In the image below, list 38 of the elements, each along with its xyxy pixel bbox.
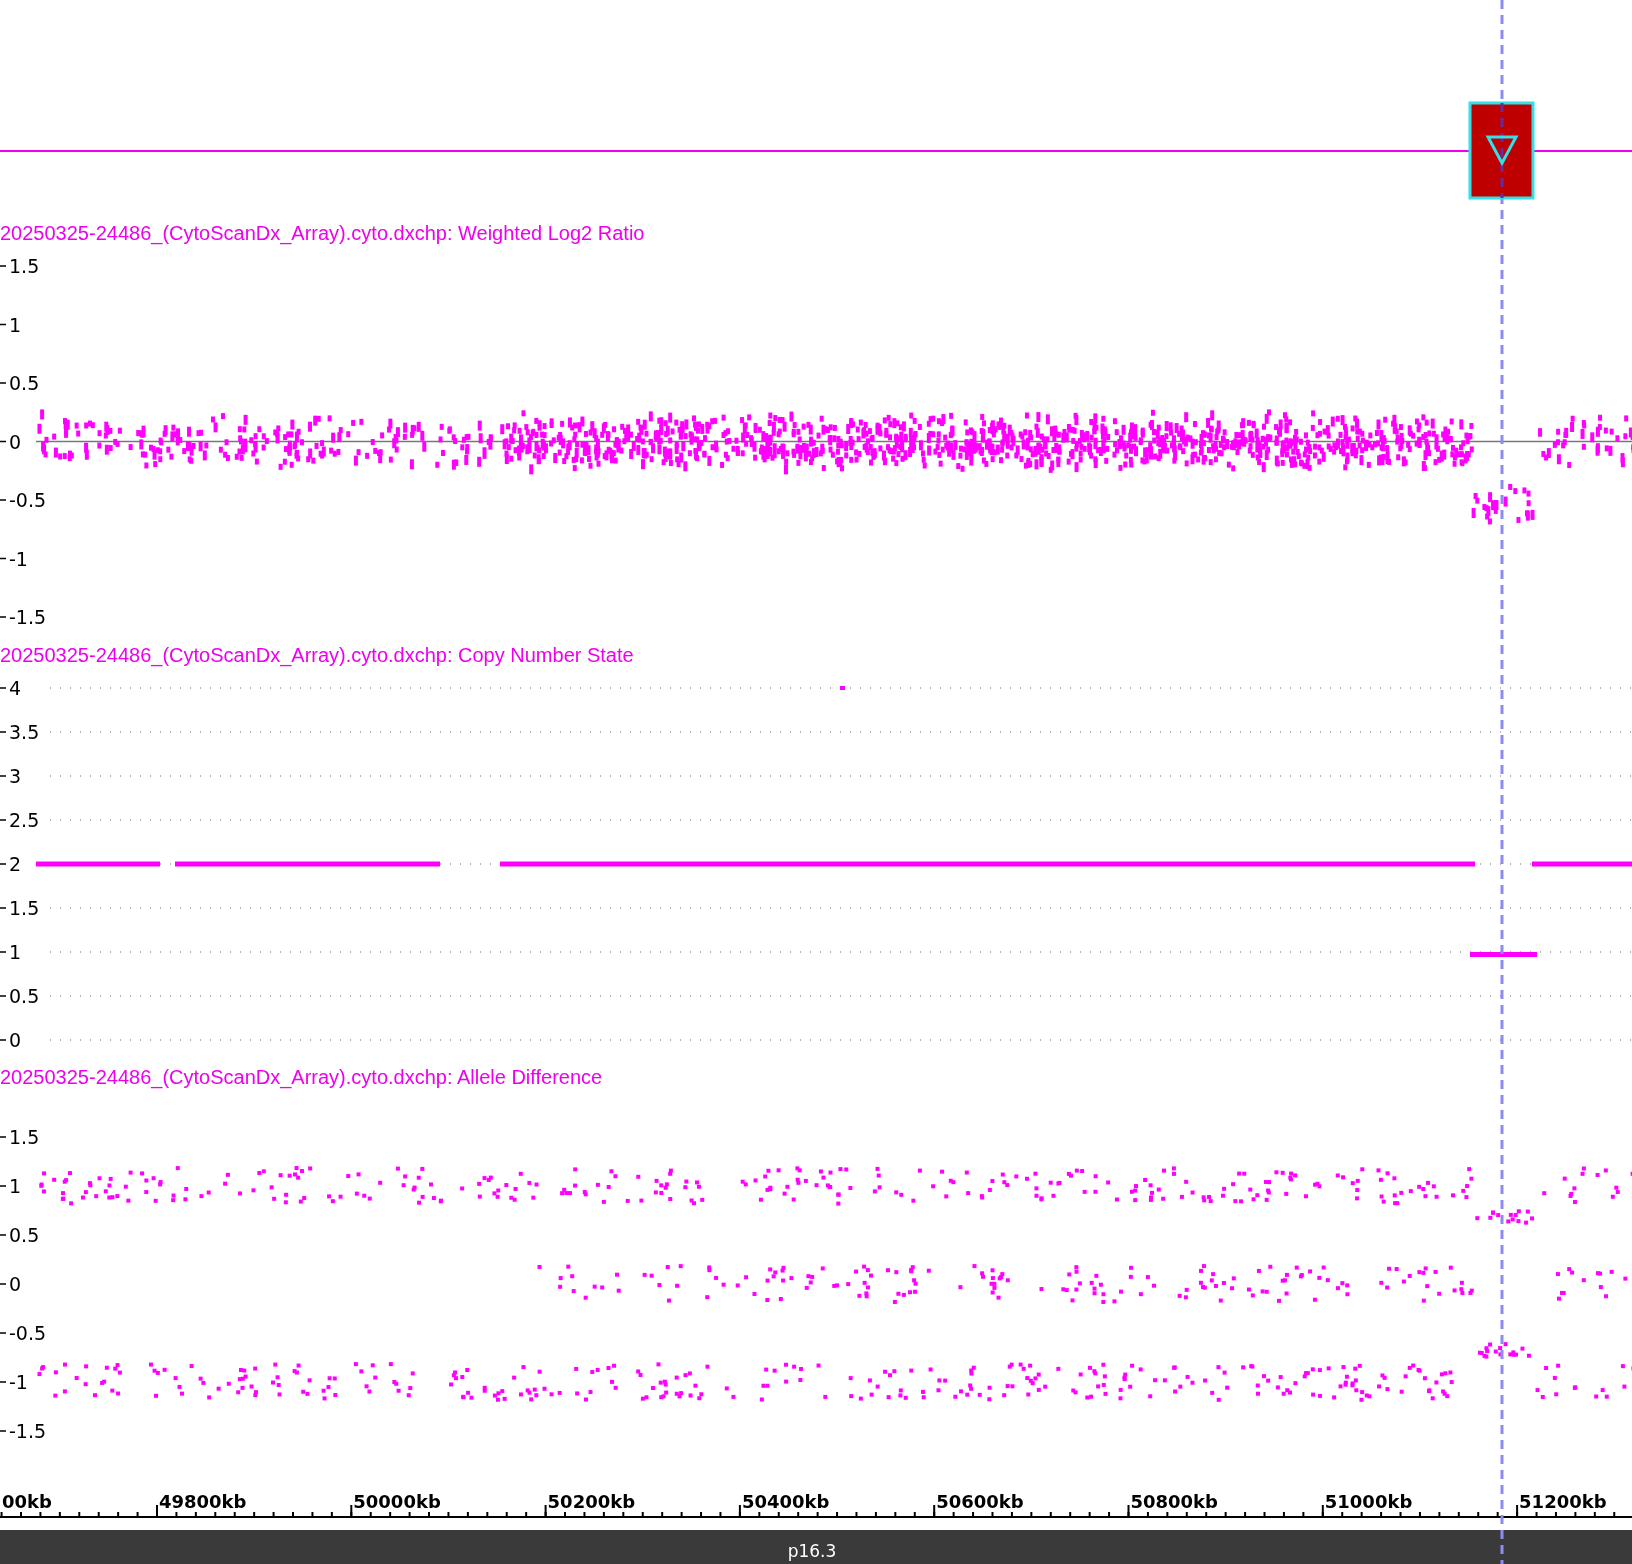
- axis-tick-label: 1.5: [9, 1126, 40, 1148]
- axis-tick-label: 3.5: [9, 721, 40, 743]
- axis-tick-label: 1: [9, 1175, 22, 1197]
- axis-tick-label: 1.5: [9, 897, 40, 919]
- axis-label: 50000kb: [353, 1491, 441, 1512]
- axis-tick-label: 4: [9, 677, 22, 699]
- axis-label: 50200kb: [547, 1491, 636, 1512]
- axis-tick-label: 0.5: [9, 1224, 40, 1246]
- axis-tick-label: -0.5: [9, 1322, 47, 1344]
- axis-label: 50400kb: [741, 1491, 830, 1512]
- track-title: 20250325-24486_(CytoScanDx_Array).cyto.dxchp: Allele Difference: [0, 1066, 603, 1088]
- axis-tick-label: 0.5: [9, 985, 40, 1007]
- band-label: p16.3: [787, 1541, 837, 1561]
- axis-tick-label: -1.5: [9, 606, 47, 628]
- deletion-marker[interactable]: [1468, 101, 1535, 200]
- axis-tick-label: -1: [9, 1371, 28, 1393]
- axis-tick-label: 3: [9, 765, 22, 787]
- axis-tick-label: 0: [9, 1273, 22, 1295]
- track-title: 20250325-24486_(CytoScanDx_Array).cyto.dxchp: Weighted Log2 Ratio: [0, 222, 645, 244]
- axis-label: 51000kb: [1324, 1491, 1413, 1512]
- axis-label: 49800kb: [159, 1491, 247, 1512]
- cursor-line[interactable]: [1500, 0, 1504, 1564]
- axis-tick-label: 1.5: [9, 255, 40, 277]
- axis-tick-label: 0.5: [9, 372, 40, 394]
- axis-tick-label: 1: [9, 941, 22, 963]
- axis-tick-label: 1: [9, 313, 22, 336]
- axis-tick-label: -0.5: [9, 489, 47, 511]
- axis-label: 51200kb: [1519, 1491, 1607, 1512]
- axis-tick-label: -1.5: [9, 1420, 47, 1442]
- axis-label: 50800kb: [1130, 1491, 1218, 1512]
- track-title: 20250325-24486_(CytoScanDx_Array).cyto.dxchp: Copy Number State: [0, 644, 634, 666]
- axis-tick-label: 0: [9, 430, 22, 453]
- axis-label: 00kb: [2, 1491, 52, 1512]
- axis-tick-label: -1: [9, 547, 28, 570]
- axis-label: 50600kb: [936, 1491, 1024, 1512]
- axis-tick-label: 2: [9, 853, 22, 875]
- axis-tick-label: 0: [9, 1029, 22, 1051]
- axis-tick-label: 2.5: [9, 809, 40, 831]
